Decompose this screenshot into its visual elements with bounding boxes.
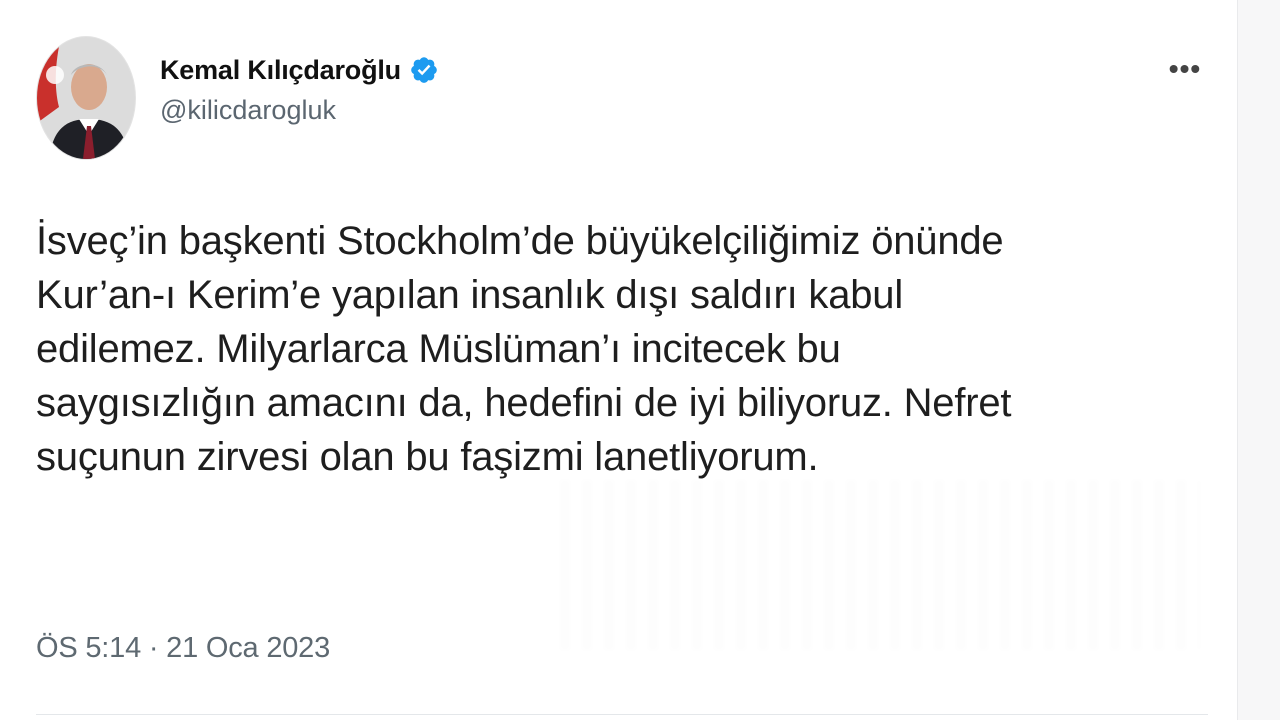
tweet-text-line: edilemez. Milyarlarca Müslüman’ı incitec… [36, 327, 841, 371]
tweet-header: Kemal Kılıçdaroğlu @kilicdarogluk ••• [36, 28, 1208, 168]
author-name[interactable]: Kemal Kılıçdaroğlu [160, 54, 401, 86]
tweet-text-line: saygısızlığın amacını da, hedefini de iy… [36, 381, 1012, 425]
verified-badge-icon [409, 55, 439, 85]
tweet-text: İsveç’in başkenti Stockholm’de büyükelçi… [36, 214, 1206, 484]
avatar[interactable] [36, 36, 136, 160]
right-edge-panel [1237, 0, 1280, 720]
name-row: Kemal Kılıçdaroğlu [160, 54, 439, 86]
tweet-text-line: suçunun zirvesi olan bu faşizmi lanetliy… [36, 435, 819, 479]
tweet-timestamp[interactable]: ÖS 5:14 · 21 Oca 2023 [36, 630, 330, 666]
divider [36, 714, 1208, 715]
author-handle[interactable]: @kilicdarogluk [160, 94, 439, 126]
tweet-text-line: Kur’an-ı Kerim’e yapılan insanlık dışı s… [36, 273, 904, 317]
avatar-image [37, 37, 135, 159]
more-options-button[interactable]: ••• [1159, 53, 1211, 114]
page: Kemal Kılıçdaroğlu @kilicdarogluk ••• İs… [0, 0, 1280, 720]
tweet-text-line: İsveç’in başkenti Stockholm’de büyükelçi… [36, 219, 1004, 263]
more-dots-icon: ••• [1168, 53, 1202, 84]
author-block: Kemal Kılıçdaroğlu @kilicdarogluk [160, 54, 439, 126]
tweet-card: Kemal Kılıçdaroğlu @kilicdarogluk ••• İs… [36, 28, 1208, 720]
